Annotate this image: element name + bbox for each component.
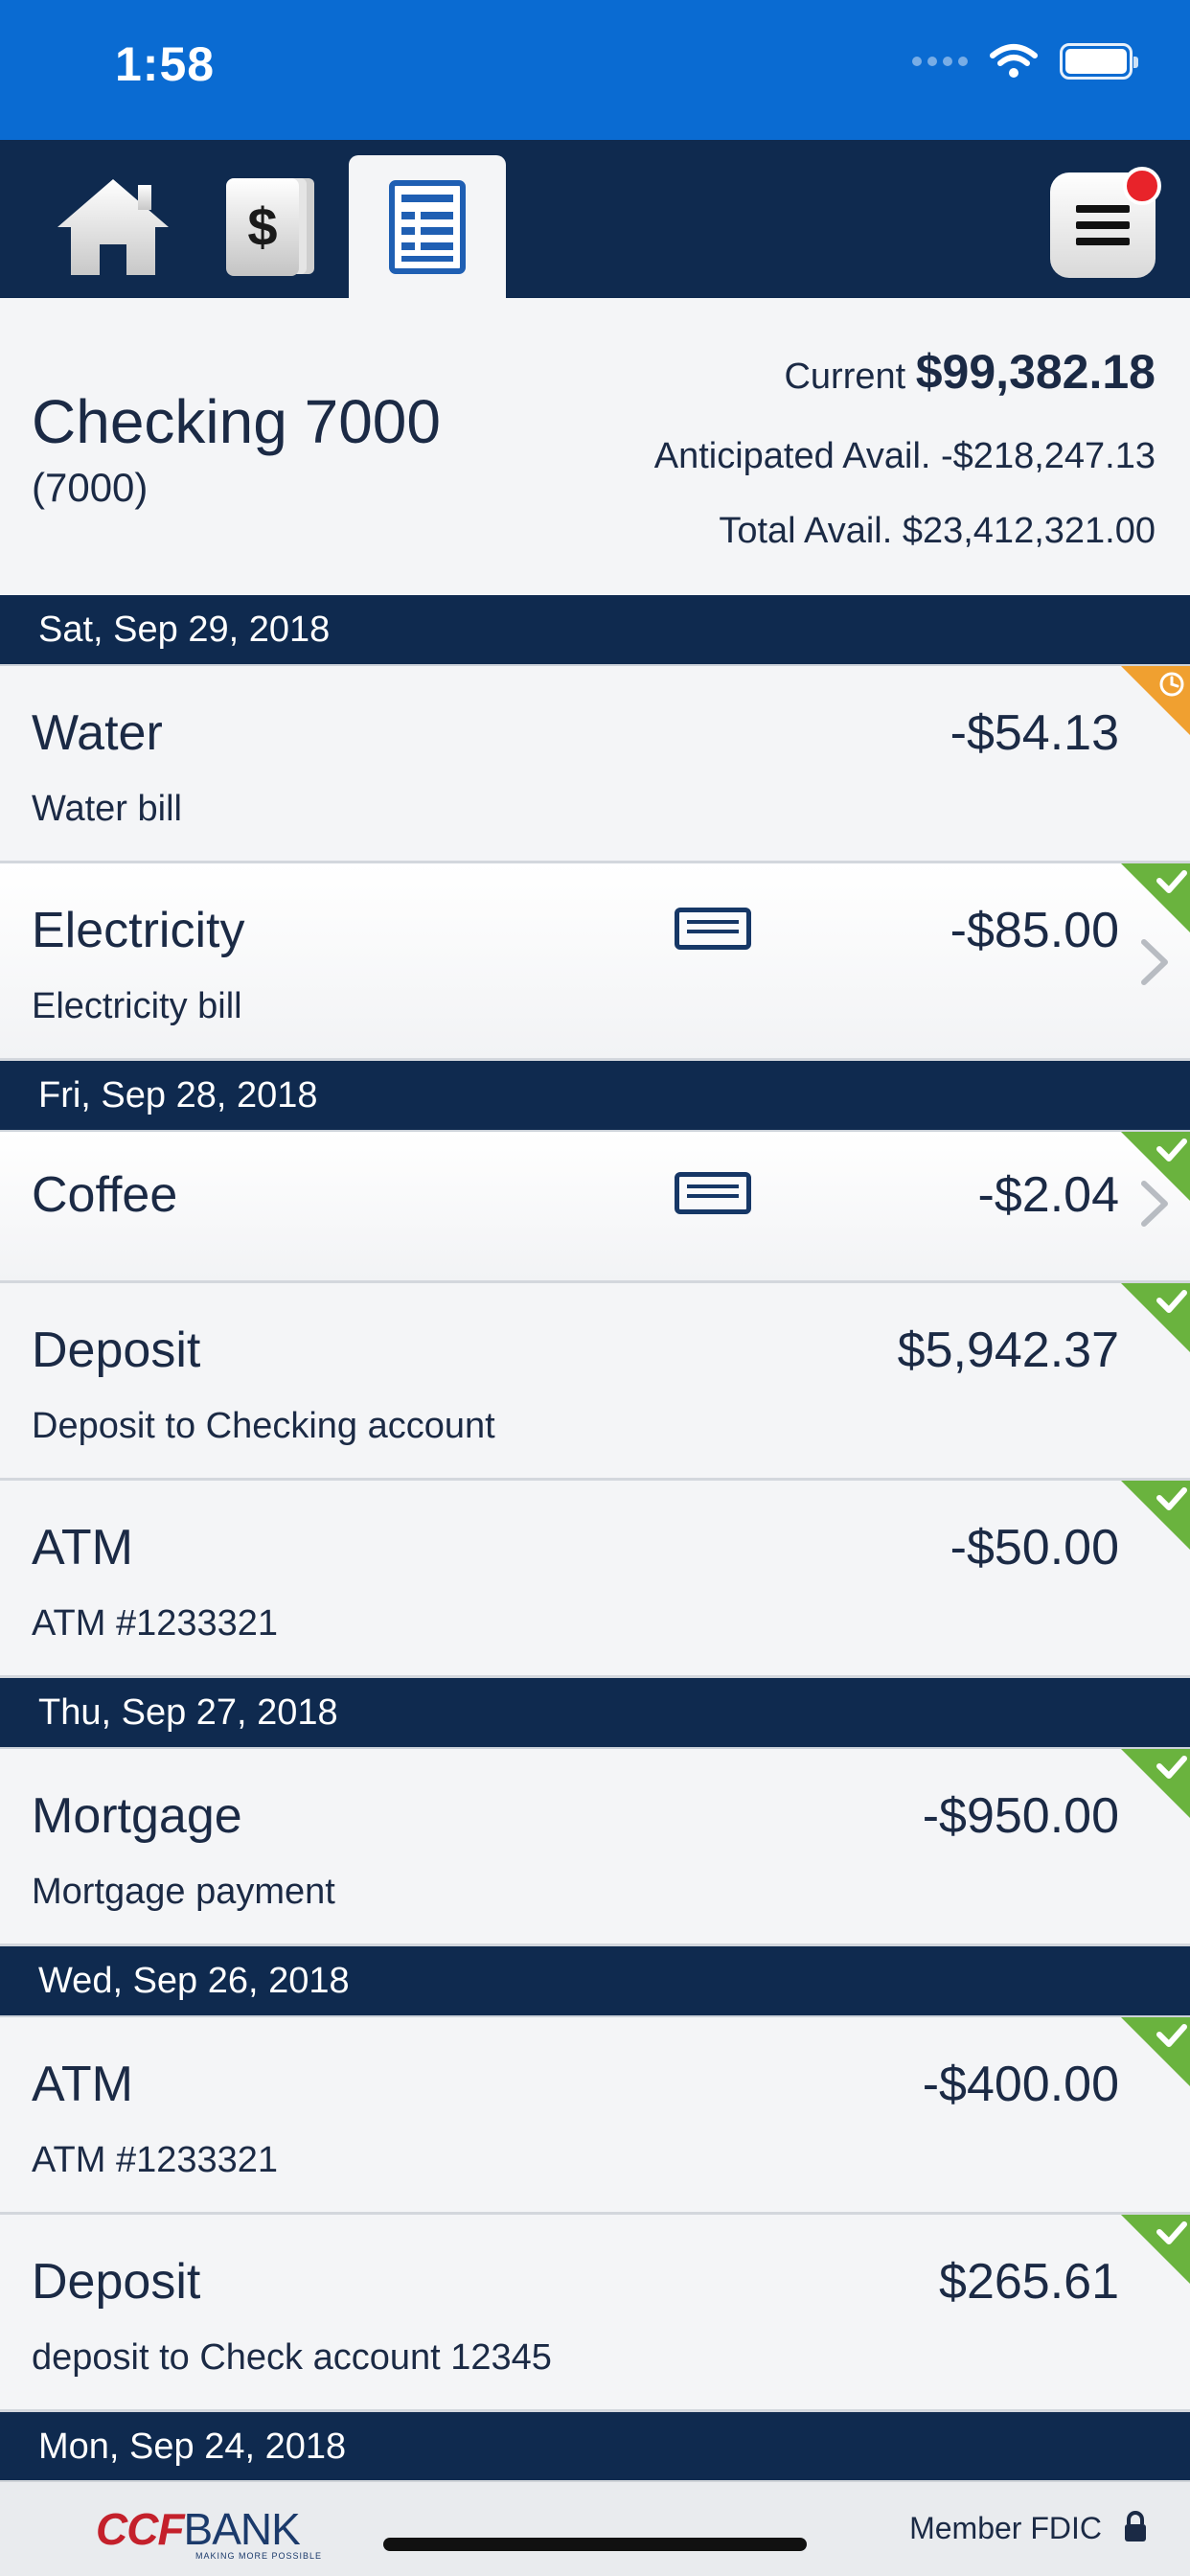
logo-bank: BANK: [183, 2504, 301, 2554]
battery-icon: [1060, 43, 1138, 80]
total-balance: Total Avail. $23,412,321.00: [719, 511, 1156, 552]
lock-icon: [1125, 2511, 1146, 2542]
debit-card-icon: [675, 1172, 751, 1214]
cleared-check-icon: [1121, 2215, 1190, 2284]
transaction-description: deposit to Check account 12345: [32, 2337, 552, 2378]
transaction-description: ATM #1233321: [32, 1603, 279, 1644]
transaction-description: Water bill: [32, 789, 182, 829]
tab-home[interactable]: [34, 155, 192, 298]
transaction-name: Electricity: [32, 903, 245, 958]
transaction-row[interactable]: Water Water bill -$54.13: [0, 666, 1190, 863]
transaction-name: Mortgage: [32, 1788, 242, 1844]
status-bar: 1:58: [0, 0, 1190, 140]
status-time: 1:58: [115, 37, 216, 91]
status-icons: [912, 42, 1138, 80]
transaction-row[interactable]: Mortgage Mortgage payment -$950.00: [0, 1749, 1190, 1946]
transaction-name: Deposit: [32, 1322, 201, 1378]
cleared-check-icon: [1121, 1481, 1190, 1550]
logo-ccf: CCF: [96, 2504, 185, 2554]
cellular-signal-icon: [912, 57, 968, 66]
date-header: Fri, Sep 28, 2018: [0, 1061, 1190, 1132]
hamburger-menu-icon: [1076, 205, 1130, 245]
anticipated-balance: Anticipated Avail. -$218,247.13: [654, 436, 1156, 477]
transaction-description: Electricity bill: [32, 986, 242, 1026]
transaction-amount: $5,942.37: [897, 1322, 1119, 1378]
transaction-row[interactable]: ATM ATM #1233321 -$400.00: [0, 2017, 1190, 2215]
ledger-icon: [389, 179, 466, 274]
current-balance-label: Current: [784, 356, 906, 397]
total-balance-amount: $23,412,321.00: [902, 511, 1156, 551]
transaction-amount: -$85.00: [950, 903, 1119, 958]
footer: CCFBANK MAKING MORE POSSIBLE Member FDIC: [0, 2480, 1190, 2576]
transaction-description: Deposit to Checking account: [32, 1406, 495, 1446]
date-header: Mon, Sep 24, 2018: [0, 2412, 1190, 2483]
anticipated-balance-amount: -$218,247.13: [941, 436, 1156, 476]
transaction-amount: -$2.04: [977, 1167, 1119, 1223]
account-summary: Checking 7000 (7000) Current $99,382.18 …: [0, 298, 1190, 595]
transaction-row[interactable]: ATM ATM #1233321 -$50.00: [0, 1481, 1190, 1678]
menu-button[interactable]: [1050, 167, 1161, 278]
transaction-name: ATM: [32, 1520, 133, 1576]
transaction-description: Mortgage payment: [32, 1872, 335, 1912]
cleared-check-icon: [1121, 863, 1190, 932]
transaction-name: Coffee: [32, 1167, 178, 1223]
transaction-row[interactable]: Deposit Deposit to Checking account $5,9…: [0, 1283, 1190, 1481]
account-name: Checking 7000: [32, 387, 441, 456]
transaction-name: Deposit: [32, 2254, 201, 2310]
ccf-bank-logo: CCFBANK MAKING MORE POSSIBLE: [96, 2503, 321, 2561]
home-indicator[interactable]: [383, 2538, 807, 2551]
tab-transactions[interactable]: [349, 155, 506, 298]
total-balance-label: Total Avail.: [719, 511, 893, 551]
transaction-amount: -$54.13: [950, 705, 1119, 761]
dollar-cards-icon: $: [226, 177, 314, 276]
transaction-amount: -$400.00: [922, 2057, 1119, 2112]
debit-card-icon: [675, 908, 751, 950]
pending-clock-icon: [1121, 666, 1190, 735]
transaction-name: Water: [32, 705, 163, 761]
notification-badge: [1123, 167, 1161, 205]
transaction-name: ATM: [32, 2057, 133, 2112]
cleared-check-icon: [1121, 1283, 1190, 1352]
top-nav-bar: $: [0, 140, 1190, 298]
cleared-check-icon: [1121, 1132, 1190, 1201]
member-fdic-label: Member FDIC: [909, 2511, 1102, 2545]
transaction-amount: -$50.00: [950, 1520, 1119, 1576]
logo-tagline: MAKING MORE POSSIBLE: [195, 2551, 323, 2561]
tab-accounts[interactable]: $: [192, 155, 349, 298]
transaction-list[interactable]: Sat, Sep 29, 2018 Water Water bill -$54.…: [0, 595, 1190, 2483]
home-icon: [57, 178, 169, 275]
transaction-row[interactable]: Coffee -$2.04: [0, 1132, 1190, 1283]
date-header: Thu, Sep 27, 2018: [0, 1678, 1190, 1749]
transaction-row[interactable]: Electricity Electricity bill -$85.00: [0, 863, 1190, 1061]
transaction-description: ATM #1233321: [32, 2140, 279, 2180]
wifi-icon: [990, 44, 1038, 78]
current-balance-amount: $99,382.18: [915, 345, 1156, 399]
current-balance: Current $99,382.18: [784, 344, 1156, 400]
anticipated-balance-label: Anticipated Avail.: [653, 436, 931, 476]
chevron-right-icon: [1141, 939, 1168, 985]
date-header: Sat, Sep 29, 2018: [0, 595, 1190, 666]
svg-text:$: $: [247, 196, 277, 257]
account-number: (7000): [32, 465, 149, 510]
transaction-amount: -$950.00: [922, 1788, 1119, 1844]
transaction-row[interactable]: Deposit deposit to Check account 12345 $…: [0, 2215, 1190, 2412]
date-header: Wed, Sep 26, 2018: [0, 1946, 1190, 2017]
transaction-amount: $265.61: [939, 2254, 1119, 2310]
cleared-check-icon: [1121, 2017, 1190, 2086]
cleared-check-icon: [1121, 1749, 1190, 1818]
